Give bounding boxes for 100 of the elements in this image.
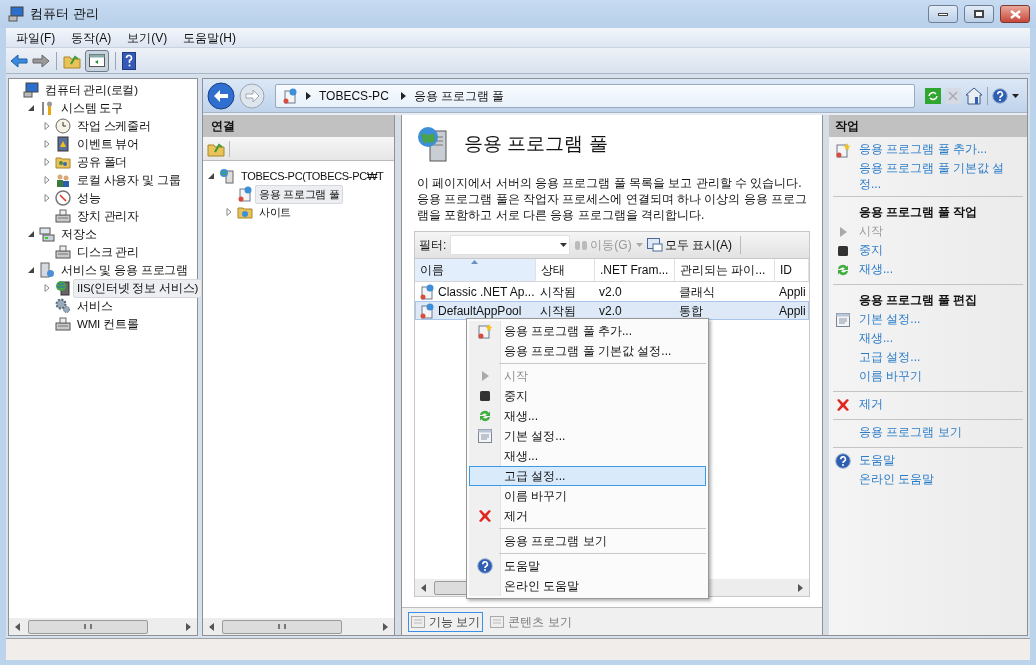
scroll-left-icon[interactable] <box>209 622 214 631</box>
back-button-icon[interactable] <box>207 81 235 110</box>
context-menu-item[interactable]: 응용 프로그램 풀 기본값 설정... <box>469 341 706 361</box>
tree-item[interactable]: 서비스 <box>73 296 117 316</box>
tree-item[interactable]: 작업 스케줄러 <box>73 116 155 136</box>
log-book-icon <box>55 136 71 152</box>
table-cell: Classic .NET Ap... <box>438 283 535 300</box>
tree-item[interactable]: IIS(인터넷 정보 서비스) <box>73 278 203 298</box>
list-view-icon <box>411 616 425 628</box>
menu-item[interactable]: 동작(A) <box>65 28 118 47</box>
device-icon <box>55 244 71 260</box>
action-link[interactable]: 도움말 <box>859 452 1019 468</box>
action-link[interactable]: 제거 <box>859 396 1019 412</box>
menu-item[interactable]: 보기(V) <box>121 28 174 47</box>
help-icon <box>992 87 1008 104</box>
action-link[interactable]: 응용 프로그램 풀 기본값 설정... <box>859 160 1019 192</box>
view-tab[interactable]: 콘텐츠 보기 <box>487 612 575 632</box>
action-link[interactable]: 재생... <box>859 261 1019 277</box>
action-link[interactable]: 재생... <box>859 330 1019 346</box>
table-cell: Appli <box>779 302 806 319</box>
menu-item[interactable]: 도움말(H) <box>177 28 242 47</box>
column-header[interactable]: ID <box>775 259 809 281</box>
scroll-left-icon[interactable] <box>15 622 20 631</box>
horizontal-scrollbar[interactable] <box>9 618 197 635</box>
column-header[interactable]: .NET Fram... <box>595 259 675 281</box>
form-icon <box>835 312 851 328</box>
column-header[interactable]: 상태 <box>536 259 595 281</box>
home-icon[interactable] <box>965 86 983 105</box>
tree-item[interactable]: WMI 컨트롤 <box>73 314 143 334</box>
address-bar[interactable]: TOBECS-PC 응용 프로그램 풀 <box>275 83 915 108</box>
tree-item[interactable]: 컴퓨터 관리(로컬) <box>41 80 142 100</box>
show-hide-tree-button[interactable] <box>85 49 109 72</box>
scroll-right-icon[interactable] <box>798 583 803 592</box>
tree-item[interactable]: 로컬 사용자 및 그룹 <box>73 170 185 190</box>
context-menu-item[interactable]: 온라인 도움말 <box>469 576 706 596</box>
tree-item[interactable]: 서비스 및 응용 프로그램 <box>57 260 192 280</box>
table-row[interactable]: Classic .NET Ap... 시작됨 v2.0 클래식 Appli <box>415 282 809 301</box>
scroll-right-icon[interactable] <box>186 622 191 631</box>
dropdown-arrow-icon[interactable] <box>1012 93 1019 98</box>
tree-item[interactable]: 응용 프로그램 풀 <box>255 184 344 204</box>
scroll-thumb[interactable] <box>28 619 148 634</box>
tree-item[interactable]: 디스크 관리 <box>73 242 143 262</box>
refresh-icon[interactable] <box>925 87 941 104</box>
context-menu-item[interactable]: 제거 <box>469 506 706 526</box>
table-row[interactable]: DefaultAppPool 시작됨 v2.0 통합 Appli <box>415 301 809 320</box>
action-link[interactable]: 온라인 도움말 <box>859 471 1019 487</box>
forward-arrow-icon[interactable] <box>32 52 50 69</box>
context-menu-item[interactable]: 이름 바꾸기 <box>469 486 706 506</box>
context-menu-item[interactable]: 도움말 <box>469 556 706 576</box>
close-button[interactable] <box>1000 5 1030 23</box>
help-icon <box>835 453 851 469</box>
users-icon <box>55 172 71 188</box>
maximize-button[interactable] <box>964 5 994 23</box>
device-icon <box>55 316 71 332</box>
dropdown-arrow-icon[interactable] <box>560 243 568 247</box>
table-cell: v2.0 <box>599 302 622 319</box>
context-menu-item[interactable]: 재생... <box>469 406 706 426</box>
tree-item[interactable]: 저장소 <box>57 224 101 244</box>
delete-icon <box>835 397 851 413</box>
context-menu-item[interactable]: 중지 <box>469 386 706 406</box>
panel-header: 작업 <box>829 115 1027 137</box>
tree-item[interactable]: 이벤트 뷰어 <box>73 134 143 154</box>
show-all-button[interactable]: 모두 표시(A) <box>646 236 732 254</box>
action-link[interactable]: 응용 프로그램 풀 추가... <box>859 141 1019 157</box>
back-arrow-icon[interactable] <box>10 52 28 69</box>
tree-item[interactable]: 시스템 도구 <box>57 98 127 118</box>
view-tab[interactable]: 기능 보기 <box>408 612 484 632</box>
column-header[interactable]: 관리되는 파이... <box>675 259 775 281</box>
context-menu-item[interactable]: 기본 설정... <box>469 426 706 446</box>
tree-item[interactable]: 장치 관리자 <box>73 206 143 226</box>
column-header[interactable]: 이름 <box>415 259 536 281</box>
menu-item[interactable]: 파일(F) <box>10 28 62 47</box>
scroll-left-icon[interactable] <box>421 583 426 592</box>
filter-field[interactable] <box>450 235 571 255</box>
folder-globe-icon <box>237 204 253 220</box>
server-gear-icon <box>39 262 55 278</box>
help-book-icon[interactable] <box>122 51 136 70</box>
list-view-icon <box>490 616 505 628</box>
breadcrumb[interactable]: 응용 프로그램 풀 <box>413 86 505 105</box>
globe-server-icon <box>55 280 71 296</box>
context-menu-item[interactable]: 응용 프로그램 풀 추가... <box>469 321 706 341</box>
context-menu-item[interactable]: 고급 설정... <box>469 466 706 486</box>
context-menu-item[interactable]: 재생... <box>469 446 706 466</box>
minimize-button[interactable] <box>928 5 958 23</box>
scroll-right-icon[interactable] <box>383 622 388 631</box>
action-link[interactable]: 기본 설정... <box>859 311 1019 327</box>
horizontal-scrollbar[interactable] <box>203 618 394 635</box>
breadcrumb[interactable]: TOBECS-PC <box>319 86 389 105</box>
tree-item[interactable]: 성능 <box>73 188 105 208</box>
scroll-thumb[interactable] <box>222 619 342 634</box>
action-link[interactable]: 응용 프로그램 보기 <box>859 424 1019 440</box>
action-link[interactable]: 중지 <box>859 242 1019 258</box>
tree-item[interactable]: 사이트 <box>255 202 296 222</box>
context-menu-item[interactable]: 응용 프로그램 보기 <box>469 531 706 551</box>
tree-item[interactable]: 공유 폴더 <box>73 152 132 172</box>
stop-icon <box>835 243 851 259</box>
action-link[interactable]: 이름 바꾸기 <box>859 368 1019 384</box>
device-icon <box>55 208 71 224</box>
tree-item[interactable]: TOBECS-PC(TOBECS-PC₩T <box>237 166 388 186</box>
action-link[interactable]: 고급 설정... <box>859 349 1019 365</box>
